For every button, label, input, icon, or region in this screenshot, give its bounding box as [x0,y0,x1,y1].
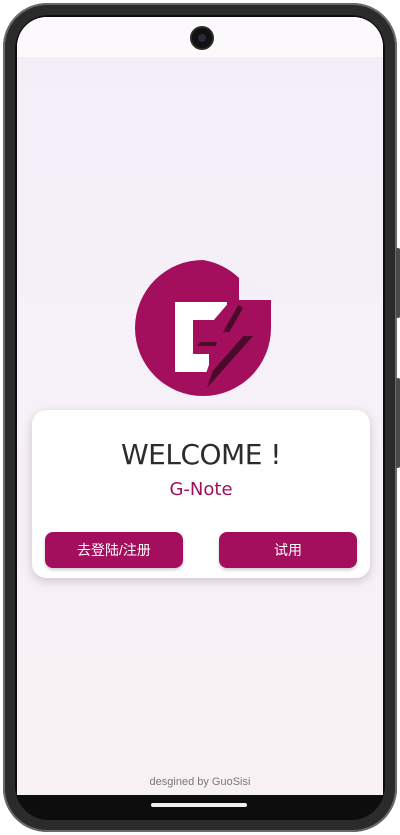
app-screen: WELCOME ! G-Note 去登陆/注册 试用 desgined by G… [17,17,383,795]
designer-credit: desgined by GuoSisi [149,776,251,788]
gesture-nav-area [15,795,385,820]
g-lightning-logo-icon [135,260,271,396]
trial-button[interactable]: 试用 [219,532,357,568]
app-name: G-Note [169,479,233,500]
login-register-button[interactable]: 去登陆/注册 [45,532,183,568]
phone-screen-bezel: WELCOME ! G-Note 去登陆/注册 试用 desgined by G… [15,15,385,820]
home-indicator[interactable] [151,803,247,807]
welcome-card: WELCOME ! G-Note 去登陆/注册 试用 [32,410,370,578]
welcome-title: WELCOME ! [120,438,282,471]
front-camera-icon [192,28,212,48]
